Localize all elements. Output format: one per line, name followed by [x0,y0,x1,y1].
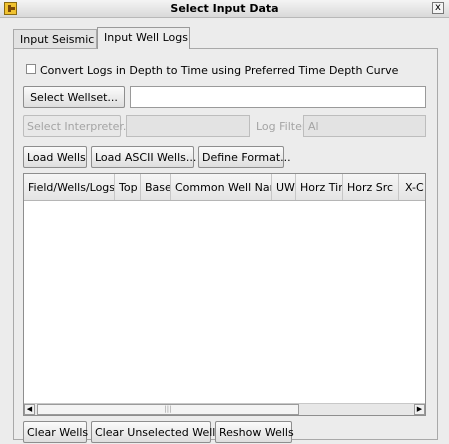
column-header-x-coord[interactable]: X-C [399,174,425,200]
scrollbar-thumb[interactable]: ||| [37,404,299,415]
clear-wells-button[interactable]: Clear Wells [23,421,88,443]
table-header: Field/Wells/Logs Top Base Common Well Na… [24,174,425,201]
column-header-uwi[interactable]: UWI [272,174,296,200]
column-header-horz-time[interactable]: Horz Tin [296,174,343,200]
tab-input-seismic[interactable]: Input Seismic [13,29,97,48]
column-header-field-wells-logs[interactable]: Field/Wells/Logs [24,174,115,200]
log-filter-input[interactable]: Al [303,115,426,137]
log-filter-label: Log Filter [256,120,307,133]
tab-input-well-logs[interactable]: Input Well Logs [97,27,190,49]
define-format-button[interactable]: Define Format... [198,146,291,168]
column-header-top[interactable]: Top [115,174,141,200]
convert-logs-checkbox[interactable] [26,64,36,74]
wells-table[interactable]: Field/Wells/Logs Top Base Common Well Na… [23,173,426,416]
load-wells-button[interactable]: Load Wells [23,146,87,168]
column-header-common-well-name[interactable]: Common Well Nam [171,174,272,200]
convert-logs-label: Convert Logs in Depth to Time using Pref… [40,64,399,77]
clear-unselected-wells-button[interactable]: Clear Unselected Wells [91,421,221,443]
horizontal-scrollbar[interactable]: ◀ ||| ▶ [24,403,425,415]
title-bar: Select Input Data x [0,0,449,18]
scroll-left-arrow-icon[interactable]: ◀ [24,404,35,415]
reshow-wells-button[interactable]: Reshow Wells [215,421,294,443]
select-interpreter-button[interactable]: Select Interpreter... [23,115,133,137]
scroll-right-arrow-icon[interactable]: ▶ [414,404,425,415]
column-header-base[interactable]: Base [141,174,171,200]
select-wellset-button[interactable]: Select Wellset... [23,86,125,108]
close-button[interactable]: x [432,2,444,14]
load-ascii-wells-button[interactable]: Load ASCII Wells... [91,146,196,168]
window-title: Select Input Data [170,2,279,15]
wellset-input[interactable] [130,86,426,108]
interpreter-input[interactable] [126,115,250,137]
column-header-horz-src[interactable]: Horz Src [343,174,399,200]
